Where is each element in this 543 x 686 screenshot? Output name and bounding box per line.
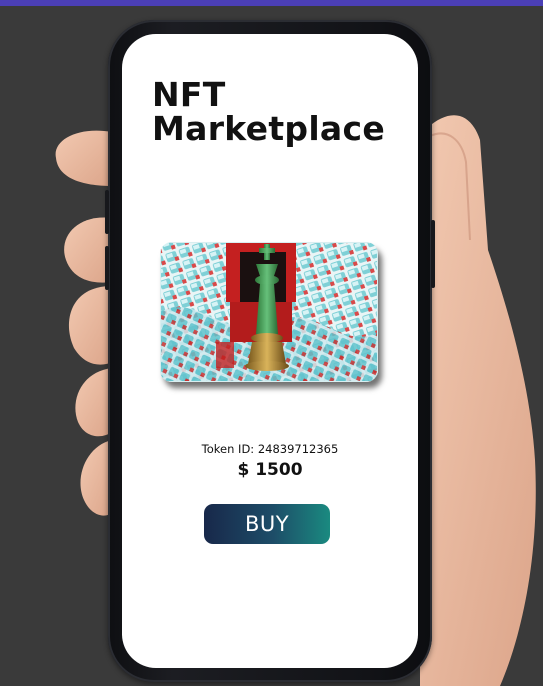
volume-button [105,190,109,234]
chess-king-artwork-icon [160,242,378,382]
power-button [431,220,435,288]
token-id: Token ID: 24839712365 [201,442,339,456]
phone-frame: NFT Marketplace Token ID: 24839712365 $ … [105,20,435,682]
title-line-2: Marketplace [152,109,386,148]
nft-image[interactable] [160,242,378,382]
price: $ 1500 [237,460,303,480]
phone-screen: NFT Marketplace Token ID: 24839712365 $ … [122,34,418,668]
page-title: NFT Marketplace [152,78,385,146]
volume-button [105,246,109,290]
buy-button[interactable]: BUY [204,504,330,544]
